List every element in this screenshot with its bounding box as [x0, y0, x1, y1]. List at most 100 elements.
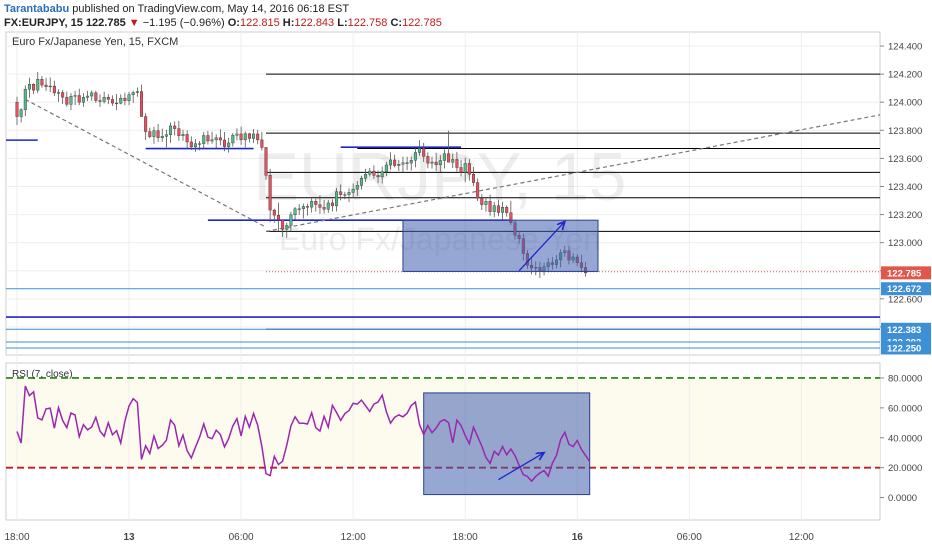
- candle-body: [32, 84, 36, 91]
- candle-body: [222, 139, 226, 147]
- candle-body: [106, 97, 110, 100]
- candle-body: [289, 214, 293, 226]
- candle-body: [293, 208, 297, 216]
- candle-body: [86, 95, 90, 98]
- price-label: 122.383: [887, 325, 921, 336]
- highlight-box: [402, 219, 599, 272]
- candle-body: [115, 102, 119, 105]
- chart-canvas[interactable]: 18:00 13 06:00 12:00 18:00 16 06:00 12:00 124.40…: [0, 0, 932, 550]
- y-tick-label: 124.000: [888, 98, 922, 109]
- candle-body: [247, 133, 251, 139]
- candle-body: [492, 205, 496, 212]
- candle-body: [27, 84, 31, 90]
- x-tick-label: 18:00: [453, 532, 478, 543]
- candle-body: [359, 177, 363, 186]
- candle-body: [335, 191, 339, 207]
- candle-body: [306, 206, 310, 208]
- candle-body: [430, 161, 434, 164]
- candle-body: [102, 97, 106, 102]
- candle-body: [144, 116, 148, 132]
- candle-body: [434, 161, 438, 166]
- candle-body: [372, 170, 376, 176]
- candle-body: [364, 174, 368, 179]
- candle-body: [123, 98, 127, 101]
- candle-body: [438, 160, 442, 166]
- candle-body: [61, 92, 65, 98]
- candle-body: [455, 159, 459, 168]
- candle-body: [347, 192, 351, 195]
- y-tick-label: 123.400: [888, 182, 922, 193]
- candle-body: [260, 139, 264, 148]
- candle-body: [235, 133, 239, 136]
- candle-body: [310, 201, 314, 208]
- rsi-tick-label: 40.0000: [888, 433, 922, 444]
- candle-body: [139, 91, 143, 117]
- candle-body: [65, 96, 69, 105]
- x-tick-label: 16: [572, 532, 584, 543]
- rsi-tick-label: 0.0000: [888, 493, 917, 504]
- candle-body: [413, 152, 417, 161]
- candle-body: [202, 135, 206, 144]
- candle-body: [148, 131, 152, 137]
- candle-body: [384, 164, 388, 172]
- y-tick-label: 124.400: [888, 42, 922, 53]
- candle-body: [330, 202, 334, 207]
- candle-body: [160, 136, 164, 138]
- candle-body: [44, 84, 48, 87]
- candle-body: [368, 170, 372, 175]
- candle-body: [276, 214, 280, 221]
- x-tick-label: 13: [123, 532, 135, 543]
- price-label: 122.785: [887, 268, 922, 279]
- y-tick-label: 123.200: [888, 210, 922, 221]
- candle-body: [376, 175, 380, 178]
- candle-body: [189, 141, 193, 147]
- candle-body: [442, 153, 446, 161]
- candle-body: [210, 139, 214, 142]
- candle-body: [52, 85, 56, 94]
- candle-body: [98, 100, 102, 102]
- candle-body: [57, 92, 61, 94]
- candle-body: [459, 167, 463, 173]
- candle-body: [343, 194, 347, 196]
- candle-body: [243, 133, 247, 141]
- candle-body: [127, 94, 131, 101]
- y-tick-label: 122.600: [888, 294, 922, 305]
- candle-body: [198, 143, 202, 145]
- candle-body: [239, 133, 243, 141]
- candle-body: [181, 134, 185, 136]
- chart-root: Tarantababu published on TradingView.com…: [0, 0, 932, 550]
- x-tick-label: 06:00: [677, 532, 702, 543]
- candle-body: [467, 163, 471, 175]
- candle-body: [135, 91, 139, 93]
- candle-body: [380, 171, 384, 178]
- candle-body: [301, 206, 305, 210]
- candle-body: [264, 147, 268, 176]
- candle-body: [227, 142, 231, 147]
- x-tick-label: 06:00: [229, 532, 254, 543]
- candle-body: [426, 156, 430, 164]
- x-tick-label: 18:00: [4, 532, 29, 543]
- candle-body: [256, 133, 260, 141]
- candle-body: [185, 134, 189, 143]
- candle-body: [81, 97, 85, 103]
- candle-body: [480, 197, 484, 205]
- candle-body: [36, 78, 40, 91]
- candle-body: [156, 130, 160, 138]
- candle-body: [351, 188, 355, 193]
- candle-body: [177, 128, 181, 136]
- candle-body: [409, 160, 413, 164]
- watermark-symbol: EURJPY, 15: [254, 139, 627, 215]
- candle-body: [152, 130, 156, 137]
- candle-body: [90, 92, 94, 97]
- candle-body: [355, 185, 359, 190]
- candle-body: [322, 207, 326, 210]
- x-tick-label: 12:00: [789, 532, 814, 543]
- rsi-pane-title: RSI (7, close): [12, 369, 73, 380]
- candle-body: [297, 208, 301, 210]
- price-label: 122.672: [887, 284, 921, 295]
- candle-body: [206, 135, 210, 142]
- candle-body: [285, 225, 289, 230]
- rsi-tick-label: 20.0000: [888, 463, 922, 474]
- price-label: 122.250: [887, 343, 921, 354]
- price-pane-title: Euro Fx/Japanese Yen, 15, FXCM: [12, 36, 178, 48]
